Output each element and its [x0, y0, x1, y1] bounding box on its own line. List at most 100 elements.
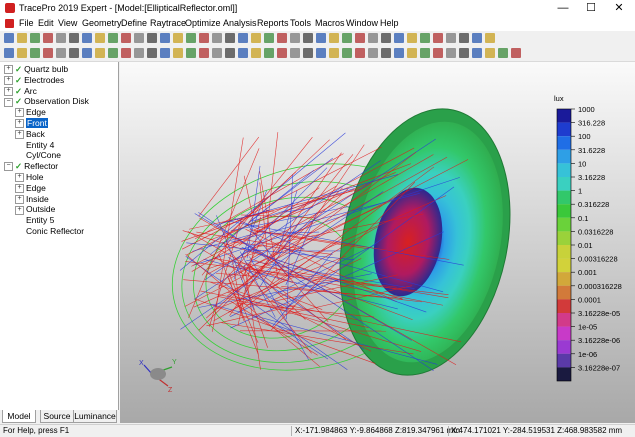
toolbar-tool-icon[interactable] [95, 33, 105, 43]
tree-item[interactable]: +✓Quartz bulb [4, 64, 68, 75]
toolbar-tool-icon[interactable] [277, 33, 287, 43]
model-viewport[interactable]: X Y Z lux1000316.22810031.6228103.162281… [120, 62, 635, 423]
toolbar-tool-icon[interactable] [446, 48, 456, 58]
tree-item[interactable]: −✓Observation Disk [4, 96, 89, 107]
tree-item[interactable]: Entity 4 [15, 140, 54, 151]
menu-raytrace[interactable]: Raytrace [150, 18, 186, 28]
toolbar-tool-icon[interactable] [173, 48, 183, 58]
toolbar-tool-icon[interactable] [329, 48, 339, 58]
toolbar-tool-icon[interactable] [264, 48, 274, 58]
tab-model[interactable]: Model [2, 410, 36, 423]
tab-luminance[interactable]: Luminance [73, 410, 117, 423]
tree-item[interactable]: +Front [15, 118, 48, 129]
menu-file[interactable]: File [19, 18, 34, 28]
toolbar-tool-icon[interactable] [95, 48, 105, 58]
toolbar-tool-icon[interactable] [446, 33, 456, 43]
menu-optimize[interactable]: Optimize [185, 18, 221, 28]
toolbar-tool-icon[interactable] [316, 33, 326, 43]
toolbar-tool-icon[interactable] [433, 48, 443, 58]
toolbar-tool-icon[interactable] [420, 33, 430, 43]
toolbar-tool-icon[interactable] [472, 48, 482, 58]
tree-expander-icon[interactable]: + [15, 195, 24, 204]
tree-expander-icon[interactable]: + [4, 87, 13, 96]
toolbar-tool-icon[interactable] [485, 33, 495, 43]
toolbar-tool-icon[interactable] [56, 48, 66, 58]
toolbar-tool-icon[interactable] [407, 48, 417, 58]
tree-item[interactable]: −✓Reflector [4, 161, 58, 172]
toolbar-tool-icon[interactable] [303, 33, 313, 43]
menu-tools[interactable]: Tools [290, 18, 311, 28]
toolbar-tool-icon[interactable] [342, 48, 352, 58]
toolbar-tool-icon[interactable] [121, 33, 131, 43]
toolbar-tool-icon[interactable] [160, 33, 170, 43]
tree-item[interactable]: +✓Electrodes [4, 75, 64, 86]
tree-item[interactable]: Conic Reflector [15, 226, 84, 237]
menu-help[interactable]: Help [380, 18, 399, 28]
tree-expander-icon[interactable]: + [15, 173, 24, 182]
toolbar-tool-icon[interactable] [368, 33, 378, 43]
render-canvas[interactable]: X Y Z lux1000316.22810031.6228103.162281… [120, 62, 635, 423]
toolbar-tool-icon[interactable] [56, 33, 66, 43]
tree-item[interactable]: +Hole [15, 172, 43, 183]
tab-source[interactable]: Source [40, 410, 74, 423]
maximize-button[interactable]: ☐ [577, 0, 605, 17]
toolbar-tool-icon[interactable] [498, 48, 508, 58]
toolbar-tool-icon[interactable] [459, 48, 469, 58]
tree-expander-icon[interactable]: − [4, 98, 13, 107]
tree-expander-icon[interactable]: + [15, 108, 24, 117]
toolbar-tool-icon[interactable] [238, 33, 248, 43]
menu-reports[interactable]: Reports [257, 18, 289, 28]
toolbar-tool-icon[interactable] [303, 48, 313, 58]
menu-geometry[interactable]: Geometry [82, 18, 122, 28]
toolbar-tool-icon[interactable] [225, 33, 235, 43]
toolbar-tool-icon[interactable] [69, 33, 79, 43]
toolbar-tool-icon[interactable] [173, 33, 183, 43]
toolbar-tool-icon[interactable] [433, 33, 443, 43]
toolbar-tool-icon[interactable] [381, 33, 391, 43]
toolbar-tool-icon[interactable] [316, 48, 326, 58]
toolbar-tool-icon[interactable] [82, 33, 92, 43]
toolbar-tool-icon[interactable] [368, 48, 378, 58]
toolbar-tool-icon[interactable] [342, 33, 352, 43]
toolbar-tool-icon[interactable] [251, 33, 261, 43]
toolbar-tool-icon[interactable] [4, 48, 14, 58]
tree-item[interactable]: Entity 5 [15, 215, 54, 226]
tree-expander-icon[interactable]: − [4, 162, 13, 171]
toolbar-tool-icon[interactable] [238, 48, 248, 58]
menu-view[interactable]: View [58, 18, 77, 28]
toolbar-tool-icon[interactable] [69, 48, 79, 58]
toolbar-tool-icon[interactable] [147, 33, 157, 43]
toolbar-tool-icon[interactable] [160, 48, 170, 58]
toolbar-tool-icon[interactable] [43, 33, 53, 43]
menu-edit[interactable]: Edit [38, 18, 54, 28]
tree-item[interactable]: +Edge [15, 107, 46, 118]
toolbar-tool-icon[interactable] [290, 33, 300, 43]
close-button[interactable]: ✕ [605, 0, 633, 17]
toolbar-tool-icon[interactable] [108, 48, 118, 58]
tree-expander-icon[interactable]: + [4, 76, 13, 85]
toolbar-tool-icon[interactable] [355, 48, 365, 58]
tree-item[interactable]: Cyl/Cone [15, 150, 61, 161]
tree-expander-icon[interactable]: + [15, 130, 24, 139]
minimize-button[interactable]: — [549, 0, 577, 17]
toolbar-tool-icon[interactable] [121, 48, 131, 58]
toolbar-tool-icon[interactable] [459, 33, 469, 43]
toolbar-tool-icon[interactable] [30, 48, 40, 58]
toolbar-tool-icon[interactable] [199, 48, 209, 58]
toolbar-tool-icon[interactable] [43, 48, 53, 58]
menu-analysis[interactable]: Analysis [223, 18, 257, 28]
toolbar-tool-icon[interactable] [225, 48, 235, 58]
tree-item[interactable]: +✓Arc [4, 86, 37, 97]
toolbar-tool-icon[interactable] [134, 48, 144, 58]
toolbar-tool-icon[interactable] [472, 33, 482, 43]
tree-item[interactable]: +Outside [15, 204, 55, 215]
toolbar-tool-icon[interactable] [4, 33, 14, 43]
toolbar-tool-icon[interactable] [17, 48, 27, 58]
toolbar-tool-icon[interactable] [212, 33, 222, 43]
toolbar-tool-icon[interactable] [212, 48, 222, 58]
menu-define[interactable]: Define [121, 18, 147, 28]
tree-item[interactable]: +Back [15, 129, 45, 140]
toolbar-tool-icon[interactable] [199, 33, 209, 43]
toolbar-tool-icon[interactable] [394, 48, 404, 58]
toolbar-tool-icon[interactable] [264, 33, 274, 43]
